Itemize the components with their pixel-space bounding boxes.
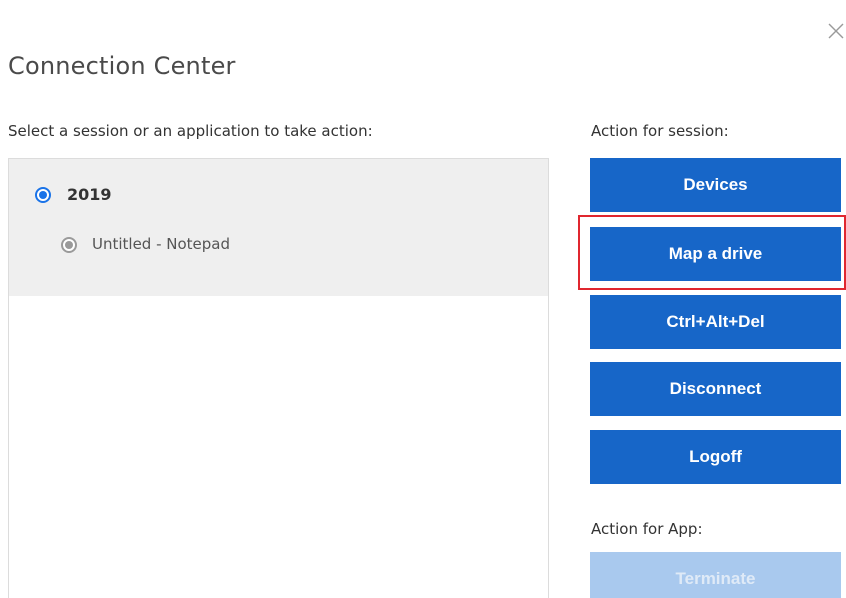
map-drive-button[interactable]: Map a drive — [590, 227, 841, 281]
connection-center-dialog: Connection Center Select a session or an… — [0, 0, 846, 598]
close-button[interactable] — [826, 18, 846, 42]
session-list: 2019 Untitled - Notepad — [8, 158, 549, 598]
session-name: 2019 — [67, 185, 112, 204]
disconnect-button[interactable]: Disconnect — [590, 362, 841, 416]
session-radio-selected-icon[interactable] — [35, 187, 51, 203]
close-icon — [828, 23, 844, 39]
terminate-button: Terminate — [590, 552, 841, 598]
application-name: Untitled - Notepad — [92, 235, 231, 253]
logoff-button[interactable]: Logoff — [590, 430, 841, 484]
ctrl-alt-del-button[interactable]: Ctrl+Alt+Del — [590, 295, 841, 349]
app-actions-label: Action for App: — [591, 520, 703, 538]
session-actions-label: Action for session: — [591, 122, 729, 140]
devices-button[interactable]: Devices — [590, 158, 841, 212]
dialog-title: Connection Center — [8, 52, 236, 80]
session-group: 2019 Untitled - Notepad — [9, 159, 548, 296]
application-radio-icon[interactable] — [61, 237, 77, 253]
session-list-label: Select a session or an application to ta… — [8, 122, 373, 140]
